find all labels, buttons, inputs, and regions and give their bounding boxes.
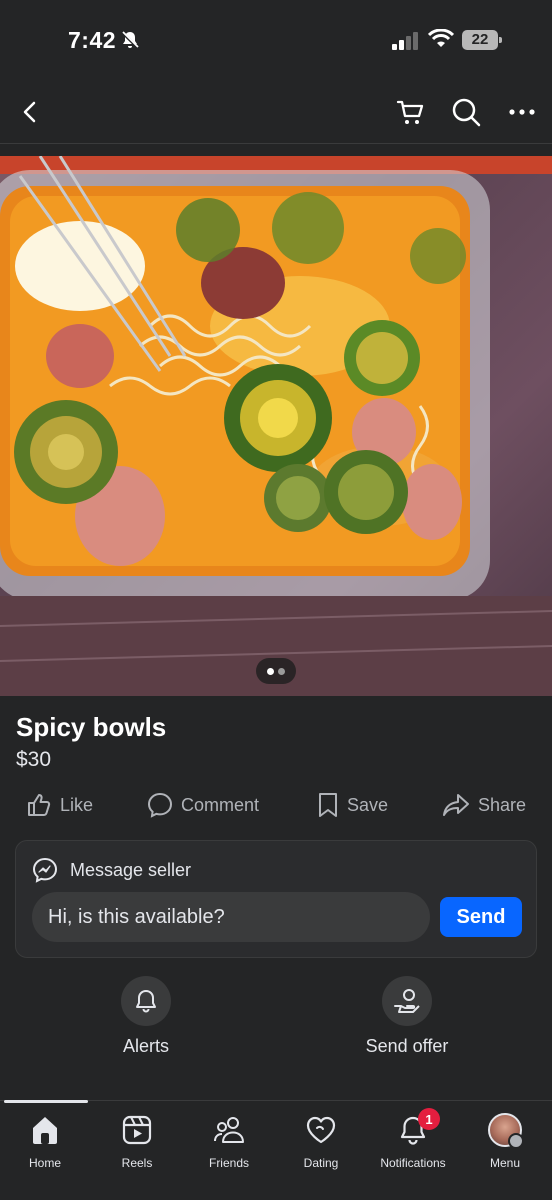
status-time: 7:42 [68, 27, 117, 53]
messenger-icon [32, 857, 58, 883]
listing-actions: Like Comment Save Share [0, 786, 552, 824]
comment-label: Comment [181, 794, 260, 815]
listing-title: Spicy bowls [16, 712, 167, 742]
thumbs-up-icon [28, 794, 51, 816]
tab-home-label: Home [28, 1156, 61, 1170]
pager-dot [278, 668, 285, 675]
message-input[interactable] [32, 892, 430, 942]
active-tab-indicator [4, 1100, 88, 1103]
save-label: Save [347, 794, 389, 815]
message-seller-heading: Message seller [32, 857, 191, 883]
top-navigation [0, 80, 552, 144]
cellular-signal-icon [392, 32, 420, 55]
share-icon [443, 794, 469, 816]
bookmark-icon [319, 793, 337, 817]
tab-reels[interactable]: Reels [92, 1112, 182, 1170]
bell-icon [136, 990, 156, 1013]
message-seller-card: Message seller Send [15, 840, 537, 958]
home-icon [33, 1117, 57, 1144]
battery-level: 22 [471, 31, 489, 48]
send-offer-label: Send offer [365, 1036, 449, 1056]
like-button[interactable]: Like [26, 786, 93, 824]
tab-friends-label: Friends [208, 1156, 249, 1170]
listing-photo[interactable] [0, 156, 552, 696]
silent-mode-icon [120, 30, 140, 55]
alerts-circle [121, 976, 171, 1026]
food-bowl-illustration [0, 156, 552, 696]
wifi-icon [427, 28, 455, 54]
comment-icon [147, 792, 173, 818]
tab-friends[interactable]: Friends [184, 1112, 274, 1170]
save-button[interactable]: Save [317, 786, 388, 824]
back-icon[interactable] [12, 94, 48, 130]
alerts-button[interactable]: Alerts [46, 976, 246, 1057]
notifications-badge: 1 [418, 1108, 440, 1130]
tab-reels-label: Reels [121, 1156, 153, 1170]
status-bar: 7:42 22 [0, 0, 552, 80]
tab-dating[interactable]: Dating [276, 1112, 366, 1170]
send-button[interactable]: Send [440, 897, 522, 937]
pager-dot-active [267, 668, 274, 675]
listing-price: $30 [16, 748, 52, 771]
reels-icon [122, 1115, 152, 1145]
share-button[interactable]: Share [442, 786, 526, 824]
avatar [488, 1113, 524, 1149]
search-icon[interactable] [448, 94, 484, 130]
tab-dating-label: Dating [303, 1156, 339, 1170]
send-offer-button[interactable]: Send offer [307, 976, 507, 1057]
alerts-label: Alerts [122, 1036, 169, 1056]
comment-button[interactable]: Comment [147, 786, 259, 824]
tab-notifications[interactable]: 1 Notifications [368, 1108, 458, 1170]
more-options-icon[interactable] [504, 94, 540, 130]
message-seller-label: Message seller [70, 859, 192, 880]
tab-notifications-label: Notifications [380, 1156, 446, 1170]
dating-icon [306, 1116, 336, 1144]
menu-icon [508, 1133, 524, 1149]
tab-home[interactable]: Home [0, 1112, 90, 1170]
send-offer-icon [394, 989, 420, 1013]
tab-menu-label: Menu [489, 1156, 521, 1170]
photo-pager [256, 658, 296, 684]
cart-icon[interactable] [393, 94, 429, 130]
send-offer-circle [382, 976, 432, 1026]
battery-icon: 22 [462, 30, 502, 50]
share-label: Share [478, 794, 527, 815]
friends-icon [214, 1117, 244, 1143]
like-label: Like [60, 794, 94, 815]
tab-menu[interactable]: Menu [460, 1112, 550, 1170]
